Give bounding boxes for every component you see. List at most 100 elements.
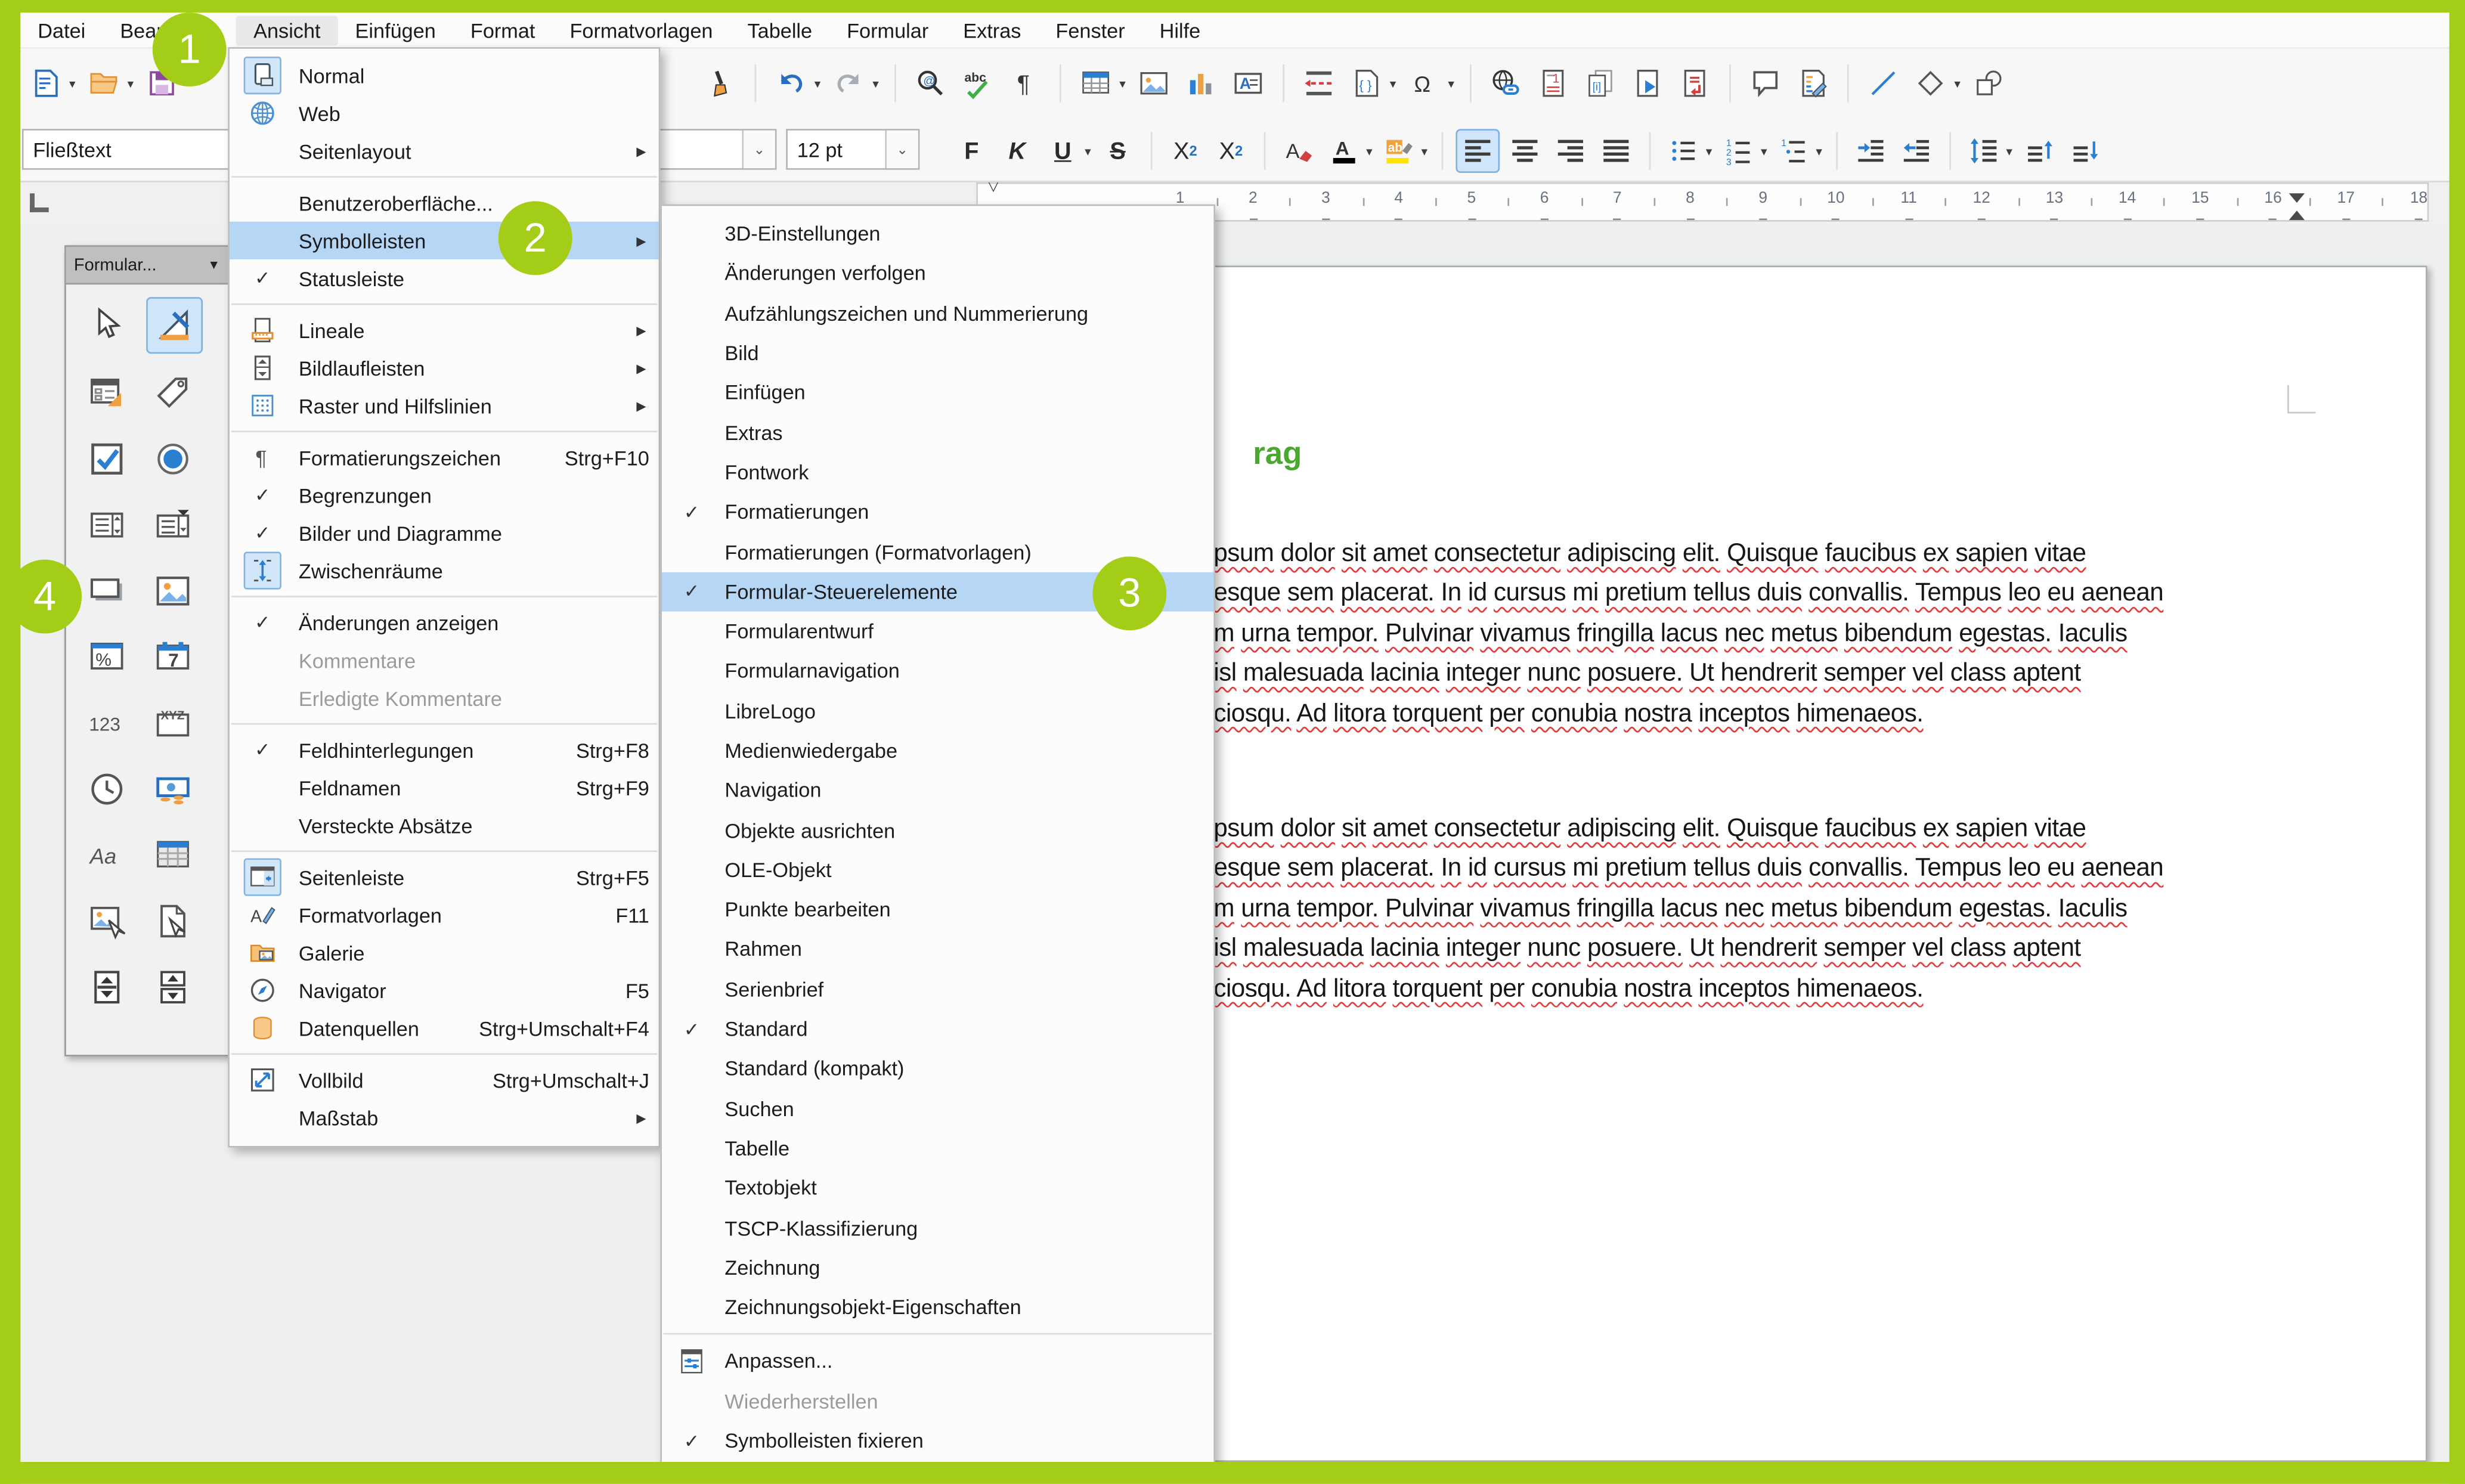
menu-item-seitenlayout[interactable]: Seitenlayout▶	[230, 132, 659, 169]
menu-item-wiederherstellen[interactable]: Wiederherstellen	[662, 1381, 1213, 1421]
menu-item-fontwork[interactable]: Fontwork	[662, 453, 1213, 492]
menu-item-textobjekt[interactable]: Textobjekt	[662, 1168, 1213, 1208]
scrollbar-control-button[interactable]	[146, 961, 200, 1014]
subscript-button[interactable]: X2	[1210, 131, 1252, 172]
file-selection-button[interactable]	[146, 894, 200, 948]
menu-item-punkte-bearbeiten[interactable]: Punkte bearbeiten	[662, 890, 1213, 930]
chevron-down-icon[interactable]: ▾	[1421, 144, 1427, 158]
indent-decrease-button[interactable]	[1896, 131, 1937, 172]
pattern-field-button[interactable]: XYZ	[146, 696, 200, 750]
menubar-item-einfgen[interactable]: Einfügen	[338, 15, 453, 45]
menu-item-extras[interactable]: Extras	[662, 413, 1213, 453]
chevron-down-icon[interactable]: ▾	[1761, 144, 1767, 158]
menubar-item-format[interactable]: Format	[453, 15, 553, 45]
insert-line-button[interactable]	[1863, 63, 1904, 104]
push-button-button[interactable]	[80, 565, 134, 618]
menubar-item-tabelle[interactable]: Tabelle	[730, 15, 829, 45]
image-button-button[interactable]	[80, 894, 134, 948]
menu-item-standard[interactable]: ✓Standard	[662, 1009, 1213, 1049]
chevron-down-icon[interactable]: ▾	[128, 76, 134, 91]
menu-item-versteckte-abs-tze[interactable]: Versteckte Absätze	[230, 807, 659, 844]
menu-item-ole-objekt[interactable]: OLE-Objekt	[662, 850, 1213, 890]
outline-list-button[interactable]: 1	[1773, 131, 1814, 172]
label-field-button[interactable]	[146, 366, 200, 420]
menu-item-web[interactable]: Web	[230, 94, 659, 132]
tab-type-selector[interactable]	[30, 193, 49, 212]
cross-reference-button[interactable]	[1674, 63, 1715, 104]
insert-table-button[interactable]	[1075, 63, 1116, 104]
align-right-button[interactable]	[1550, 131, 1591, 172]
chevron-down-icon[interactable]: ▾	[1954, 76, 1961, 91]
menu-item-kommentare[interactable]: Kommentare	[230, 642, 659, 679]
menu-item-feldnamen[interactable]: FeldnamenStrg+F9	[230, 769, 659, 806]
menu-item-nderungen-verfolgen[interactable]: Änderungen verfolgen	[662, 253, 1213, 293]
table-control-button[interactable]	[146, 828, 200, 882]
chevron-down-icon[interactable]: ▾	[1085, 144, 1091, 158]
insert-chart-button[interactable]	[1181, 63, 1222, 104]
draw-functions-button[interactable]	[1968, 63, 2009, 104]
menu-item-tabelle[interactable]: Tabelle	[662, 1129, 1213, 1169]
menubar-item-extras[interactable]: Extras	[946, 15, 1038, 45]
date-field-button[interactable]: 7	[146, 630, 200, 684]
menu-item-feldhinterlegungen[interactable]: ✓FeldhinterlegungenStrg+F8	[230, 731, 659, 769]
clone-formatting-button[interactable]	[699, 63, 741, 104]
basic-shapes-button[interactable]	[1910, 63, 1952, 104]
chevron-down-icon[interactable]: ▾	[815, 76, 821, 91]
menu-item-objekte-ausrichten[interactable]: Objekte ausrichten	[662, 810, 1213, 850]
menubar-item-formatvorlagen[interactable]: Formatvorlagen	[552, 15, 730, 45]
menu-item-ma-stab[interactable]: Maßstab▶	[230, 1099, 659, 1136]
numeric-field-button[interactable]: 123	[80, 696, 134, 750]
special-character-button[interactable]: Ω	[1404, 63, 1445, 104]
chevron-down-icon[interactable]: ▾	[1706, 144, 1713, 158]
redo-button[interactable]	[828, 63, 869, 104]
superscript-button[interactable]: X2	[1165, 131, 1206, 172]
highlight-color-button[interactable]: ab	[1379, 131, 1420, 172]
form-design-button[interactable]	[80, 366, 134, 420]
menu-item-erledigte-kommentare[interactable]: Erledigte Kommentare	[230, 679, 659, 717]
underline-button[interactable]: U	[1042, 131, 1083, 172]
chevron-down-icon[interactable]: ▾	[1448, 76, 1454, 91]
formatted-field-button[interactable]: Aa	[80, 828, 134, 882]
menu-item-tscp-klassifizierung[interactable]: TSCP-Klassifizierung	[662, 1208, 1213, 1248]
spin-button-button[interactable]	[80, 961, 134, 1014]
menu-item-zeichnungsobjekt-eigenschaften[interactable]: Zeichnungsobjekt-Eigenschaften	[662, 1287, 1213, 1327]
bookmark-button[interactable]	[1627, 63, 1668, 104]
insert-image-button[interactable]	[1134, 63, 1175, 104]
menu-item-formatierungen[interactable]: ✓Formatierungen	[662, 492, 1213, 532]
menu-item-zwischenr-ume[interactable]: Zwischenräume	[230, 552, 659, 589]
open-button[interactable]	[83, 63, 125, 104]
chevron-down-icon[interactable]: ▾	[2006, 144, 2012, 158]
insert-field-button[interactable]: { }	[1346, 63, 1387, 104]
currency-field-button[interactable]	[146, 763, 200, 816]
undo-button[interactable]	[770, 63, 812, 104]
chevron-down-icon[interactable]: ▾	[1390, 76, 1396, 91]
menu-item-aufz-hlungszeichen-und-nummerierung[interactable]: Aufzählungszeichen und Nummerierung	[662, 293, 1213, 333]
menu-item-serienbrief[interactable]: Serienbrief	[662, 969, 1213, 1009]
menu-item-standard-kompakt[interactable]: Standard (kompakt)	[662, 1049, 1213, 1089]
chevron-down-icon[interactable]: ⌄	[742, 131, 775, 168]
justify-button[interactable]	[1596, 131, 1637, 172]
menu-item-formatierungszeichen[interactable]: ¶FormatierungszeichenStrg+F10	[230, 439, 659, 476]
chevron-down-icon[interactable]: ▾	[1816, 144, 1822, 158]
menu-item-3d-einstellungen[interactable]: 3D-Einstellungen	[662, 214, 1213, 254]
indent-increase-button[interactable]	[1850, 131, 1891, 172]
chevron-down-icon[interactable]: ▾	[872, 76, 879, 91]
menu-item-symbolleisten[interactable]: Symbolleisten▶	[230, 222, 659, 259]
bullet-list-button[interactable]	[1664, 131, 1705, 172]
menu-item-datenquellen[interactable]: DatenquellenStrg+Umschalt+F4	[230, 1009, 659, 1047]
menubar-item-hilfe[interactable]: Hilfe	[1142, 15, 1218, 45]
page-break-button[interactable]	[1299, 63, 1340, 104]
strikethrough-button[interactable]: S	[1097, 131, 1138, 172]
menu-item-galerie[interactable]: Galerie	[230, 934, 659, 971]
formatting-marks-button[interactable]: ¶	[1005, 63, 1046, 104]
menu-item-lineale[interactable]: Lineale▶	[230, 311, 659, 349]
para-space-decrease-button[interactable]	[2064, 131, 2105, 172]
find-replace-button[interactable]: @	[911, 63, 952, 104]
menu-item-nderungen-anzeigen[interactable]: ✓Änderungen anzeigen	[230, 603, 659, 641]
time-field-button[interactable]	[80, 763, 134, 816]
align-left-button[interactable]	[1456, 129, 1500, 173]
menubar-item-fenster[interactable]: Fenster	[1038, 15, 1142, 45]
menu-item-zeichnung[interactable]: Zeichnung	[662, 1248, 1213, 1288]
option-button-button[interactable]	[146, 432, 200, 486]
font-color-button[interactable]: A	[1324, 131, 1365, 172]
